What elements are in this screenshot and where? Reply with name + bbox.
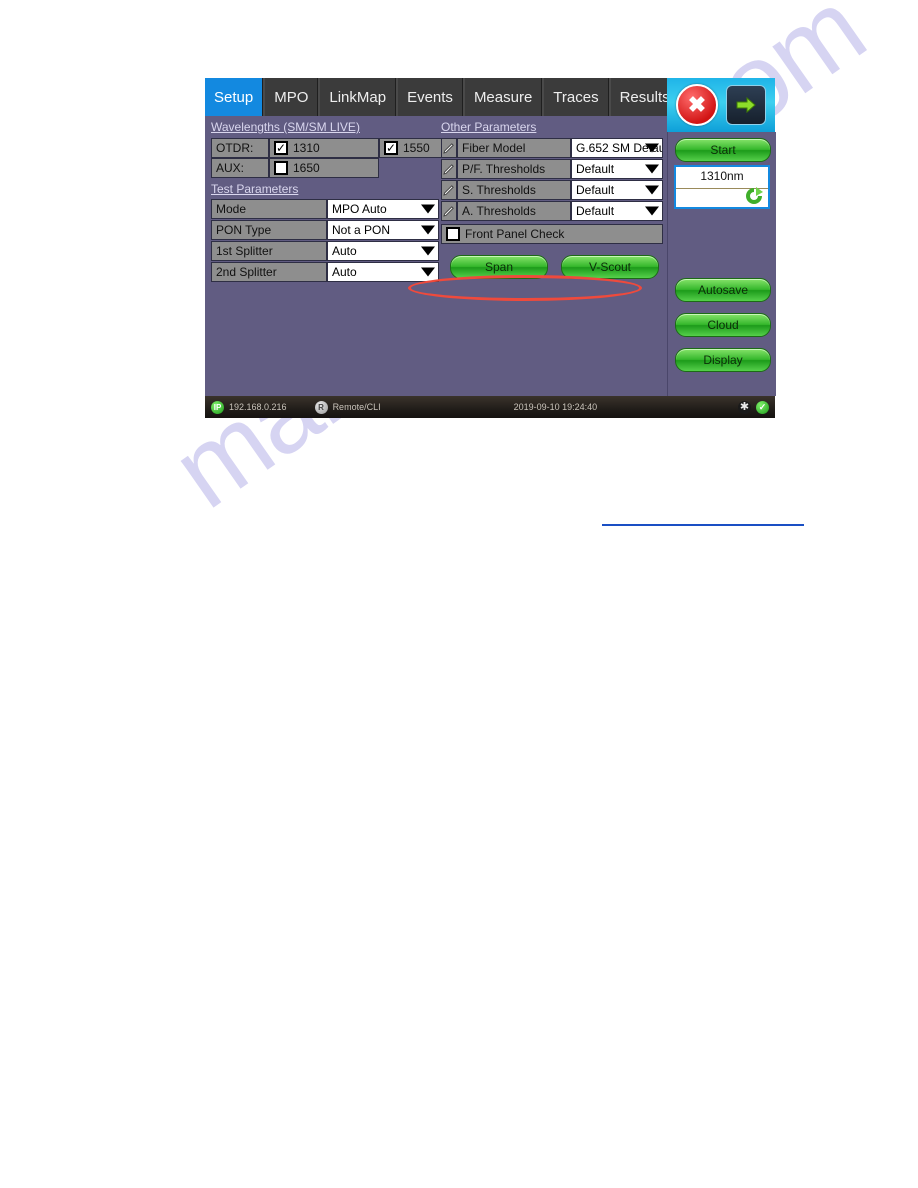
chevron-down-icon — [421, 204, 435, 214]
start-button-label: Start — [710, 143, 736, 157]
chevron-down-icon — [645, 164, 659, 174]
fiber-model-dropdown[interactable]: G.652 SM Default — [571, 138, 663, 158]
fiber-model-label: Fiber Model — [457, 138, 571, 158]
trace-wavelength-label: 1310nm — [700, 169, 744, 183]
tab-linkmap[interactable]: LinkMap — [320, 78, 397, 116]
wavelength-1310-label: 1310 — [293, 141, 320, 155]
tab-setup[interactable]: Setup — [205, 78, 264, 116]
s-thresholds-value: Default — [576, 183, 615, 197]
a-thresholds-value: Default — [576, 204, 615, 218]
second-splitter-value: Auto — [332, 265, 357, 279]
a-thresholds-label: A. Thresholds — [457, 201, 571, 221]
cloud-button[interactable]: Cloud — [675, 313, 771, 337]
remote-icon: R — [314, 400, 328, 414]
pf-thresholds-dropdown[interactable]: Default — [571, 159, 663, 179]
front-panel-check-checkbox[interactable] — [446, 227, 460, 241]
refresh-arrow-icon[interactable] — [744, 186, 764, 206]
tab-measure-label: Measure — [473, 88, 533, 106]
span-button[interactable]: Span — [450, 255, 548, 279]
wavelengths-section-title: Wavelengths (SM/SM LIVE) — [211, 120, 360, 134]
otdr-row-label: OTDR: — [211, 138, 269, 158]
wavelength-1550-checkbox[interactable]: ✓ — [384, 141, 398, 155]
aux-row-label: AUX: — [211, 158, 269, 178]
display-button-label: Display — [703, 353, 743, 367]
chevron-down-icon — [421, 246, 435, 256]
trace-preview-panel[interactable]: 1310nm — [674, 165, 770, 209]
first-splitter-dropdown[interactable]: Auto — [327, 241, 439, 261]
first-splitter-label: 1st Splitter — [211, 241, 327, 261]
tab-events[interactable]: Events — [398, 78, 463, 116]
pon-type-value: Not a PON — [332, 223, 391, 237]
close-x-icon[interactable]: ✖ — [676, 84, 718, 126]
chevron-down-icon — [421, 225, 435, 235]
front-panel-check-label: Front Panel Check — [465, 227, 565, 241]
mode-value: MPO Auto — [332, 202, 387, 216]
other-parameters-section-title: Other Parameters — [441, 120, 537, 134]
mode-dropdown[interactable]: MPO Auto — [327, 199, 439, 219]
right-sidebar: Start 1310nm Autosave Cloud Display — [667, 132, 776, 396]
first-splitter-value: Auto — [332, 244, 357, 258]
second-splitter-label: 2nd Splitter — [211, 262, 327, 282]
status-ok-icon: ✓ — [756, 400, 769, 414]
display-button[interactable]: Display — [675, 348, 771, 372]
tab-bar: Setup MPO LinkMap Events Measure Traces … — [205, 78, 740, 116]
tab-linkmap-label: LinkMap — [329, 88, 387, 106]
tab-traces[interactable]: Traces — [544, 78, 609, 116]
chevron-down-icon — [645, 206, 659, 216]
v-scout-button-label: V-Scout — [588, 260, 632, 274]
s-thresholds-label: S. Thresholds — [457, 180, 571, 200]
pf-thresholds-label: P/F. Thresholds — [457, 159, 571, 179]
mode-label: Mode — [211, 199, 327, 219]
tab-setup-label: Setup — [214, 88, 254, 106]
tab-events-label: Events — [407, 88, 453, 106]
autosave-button-label: Autosave — [697, 283, 749, 297]
top-control-strip: ✖ — [667, 78, 775, 132]
pon-type-label: PON Type — [211, 220, 327, 240]
tab-traces-label: Traces — [553, 88, 599, 106]
ip-icon: IP — [211, 400, 224, 414]
wavelength-1310[interactable]: ✓ 1310 — [269, 138, 379, 158]
s-thresholds-dropdown[interactable]: Default — [571, 180, 663, 200]
start-button[interactable]: Start — [675, 138, 771, 162]
test-parameters-section-title: Test Parameters — [211, 182, 299, 196]
pf-thresholds-value: Default — [576, 162, 615, 176]
wavelength-1650[interactable]: 1650 — [269, 158, 379, 178]
status-bar: IP 192.168.0.216 R Remote/CLI 2019-09-10… — [205, 396, 775, 418]
chevron-down-icon — [421, 267, 435, 277]
second-splitter-dropdown[interactable]: Auto — [327, 262, 439, 282]
front-panel-check-row[interactable]: Front Panel Check — [441, 224, 663, 244]
fiber-model-pencil-icon[interactable] — [441, 138, 457, 158]
v-scout-button[interactable]: V-Scout — [561, 255, 659, 279]
autosave-button[interactable]: Autosave — [675, 278, 771, 302]
arrow-right-icon[interactable] — [726, 85, 766, 125]
remote-mode: Remote/CLI — [332, 402, 381, 412]
wavelength-1650-label: 1650 — [293, 161, 320, 175]
a-thresholds-dropdown[interactable]: Default — [571, 201, 663, 221]
cloud-button-label: Cloud — [707, 318, 739, 332]
pf-thresholds-pencil-icon[interactable] — [441, 159, 457, 179]
span-button-label: Span — [484, 260, 514, 274]
wavelength-1650-checkbox[interactable] — [274, 161, 288, 175]
chevron-down-icon — [645, 185, 659, 195]
a-thresholds-pencil-icon[interactable] — [441, 201, 457, 221]
document-link-rule[interactable] — [602, 524, 804, 526]
s-thresholds-pencil-icon[interactable] — [441, 180, 457, 200]
timestamp: 2019-09-10 19:24:40 — [513, 402, 598, 412]
tab-measure[interactable]: Measure — [464, 78, 543, 116]
wavelength-1550-label: 1550 — [403, 141, 430, 155]
bluetooth-icon: ✱ — [738, 400, 751, 414]
pon-type-dropdown[interactable]: Not a PON — [327, 220, 439, 240]
ip-address: 192.168.0.216 — [229, 402, 287, 412]
tab-results-label: Results — [619, 88, 670, 106]
setup-content: Wavelengths (SM/SM LIVE) OTDR: ✓ 1310 ✓ … — [205, 116, 667, 396]
chevron-down-icon — [645, 143, 659, 153]
tab-mpo[interactable]: MPO — [265, 78, 319, 116]
otdr-device-screen: Setup MPO LinkMap Events Measure Traces … — [205, 78, 776, 418]
tab-mpo-label: MPO — [274, 88, 309, 106]
wavelength-1310-checkbox[interactable]: ✓ — [274, 141, 288, 155]
